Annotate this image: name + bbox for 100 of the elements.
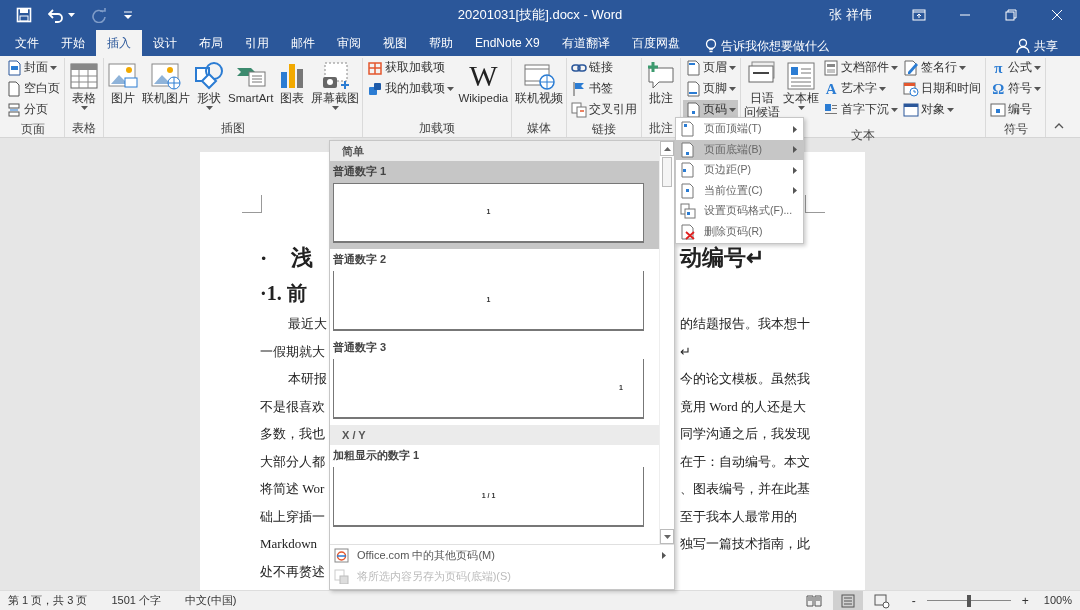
zoom-out-button[interactable]: - bbox=[908, 591, 919, 610]
ribbon-display-icon[interactable] bbox=[912, 8, 926, 22]
caret-icon bbox=[50, 66, 57, 70]
slider-thumb[interactable] bbox=[966, 594, 971, 607]
ribbon-tab[interactable]: 引用 bbox=[234, 30, 280, 56]
ribbon-tab[interactable]: 开始 bbox=[50, 30, 96, 56]
ribbon-tab[interactable]: 百度网盘 bbox=[620, 30, 691, 56]
text-box-icon bbox=[785, 60, 818, 92]
menu-item[interactable]: 删除页码(R) bbox=[676, 221, 803, 242]
section-heading: ·1. 前 bbox=[260, 281, 308, 306]
menu-item[interactable]: 页边距(P) bbox=[676, 160, 803, 181]
scrollbar[interactable] bbox=[659, 141, 674, 544]
ribbon-tab[interactable]: 文件 bbox=[4, 30, 50, 56]
ribbon-button[interactable]: 页脚 bbox=[683, 79, 739, 99]
caret-icon bbox=[68, 13, 75, 17]
ribbon-button[interactable]: 对象 bbox=[901, 100, 984, 120]
ribbon-button[interactable]: 联机视频 bbox=[514, 58, 565, 119]
ribbon-button[interactable]: 日期和时间 bbox=[901, 79, 984, 99]
read-mode-icon bbox=[805, 592, 822, 609]
ribbon-button[interactable]: 页眉 bbox=[683, 58, 739, 78]
header-icon bbox=[685, 60, 702, 76]
menu-item[interactable]: Office.com 中的其他页码(M) bbox=[330, 545, 674, 566]
ribbon-tab[interactable]: 邮件 bbox=[280, 30, 326, 56]
button-label: 编号 bbox=[1008, 102, 1033, 118]
cover-page-icon bbox=[6, 60, 22, 76]
ribbon-button[interactable]: 交叉引用 bbox=[569, 100, 640, 120]
body-text: 竟用 Word 的人还是大 bbox=[680, 397, 808, 416]
button-label: 我的加载项 bbox=[385, 81, 446, 97]
table-icon bbox=[68, 60, 100, 92]
ribbon-tab[interactable]: 设计 bbox=[142, 30, 188, 56]
group-label: 媒体 bbox=[527, 121, 552, 135]
collapse-ribbon-icon[interactable] bbox=[1054, 123, 1064, 129]
customize-icon[interactable] bbox=[123, 10, 133, 20]
print-layout-icon bbox=[839, 592, 856, 609]
ribbon-button[interactable]: 表格 bbox=[67, 58, 101, 119]
ribbon-button[interactable]: A 艺术字 bbox=[821, 79, 901, 99]
menu-item[interactable]: 页面底端(B) bbox=[676, 139, 803, 160]
restore-icon[interactable] bbox=[1004, 8, 1018, 22]
ribbon-button[interactable]: 首字下沉 bbox=[821, 100, 901, 120]
symbol-glyph: Ω bbox=[991, 81, 1006, 97]
submenu-arrow-icon bbox=[662, 552, 666, 559]
share-button[interactable]: 共享 bbox=[1010, 36, 1064, 56]
blocks-icon bbox=[367, 81, 384, 97]
button-label: 形状 bbox=[197, 92, 221, 106]
caret-icon bbox=[80, 105, 88, 110]
ribbon-button[interactable]: 空白页 bbox=[4, 79, 62, 99]
button-label: 页码 bbox=[703, 102, 728, 118]
ribbon-button[interactable]: 编号 bbox=[988, 100, 1044, 120]
body-text: 本研报 bbox=[287, 370, 327, 388]
close-icon[interactable] bbox=[1050, 8, 1064, 22]
person-icon bbox=[1016, 38, 1030, 54]
ribbon-tab[interactable]: EndNote X9 bbox=[464, 30, 551, 56]
view-button[interactable] bbox=[832, 591, 863, 610]
group-label: 符号 bbox=[1003, 122, 1028, 136]
menu-item[interactable]: 当前位置(C) bbox=[676, 180, 803, 201]
caret-icon bbox=[879, 87, 887, 91]
tell-me-search[interactable]: 告诉我你想要做什么 bbox=[698, 36, 835, 56]
symbol-glyph: π bbox=[993, 60, 1004, 76]
ribbon-button[interactable]: 文档部件 bbox=[821, 58, 901, 78]
ribbon-button[interactable]: 图片 bbox=[106, 58, 140, 119]
submenu-arrow-icon bbox=[793, 166, 797, 174]
ribbon-button[interactable]: 链接 bbox=[569, 58, 640, 78]
ribbon-tab[interactable]: 帮助 bbox=[418, 30, 464, 56]
ribbon-button[interactable]: π 公式 bbox=[988, 58, 1044, 78]
ribbon-tab[interactable]: 插入 bbox=[96, 30, 142, 56]
ribbon-tab[interactable]: 布局 bbox=[188, 30, 234, 56]
ribbon-button[interactable]: 获取加载项 bbox=[365, 58, 457, 78]
menu-item[interactable]: 页面顶端(T) bbox=[676, 119, 803, 140]
ribbon-button[interactable]: 批注 bbox=[644, 58, 679, 119]
zoom-in-button[interactable]: + bbox=[1018, 591, 1032, 610]
ribbon-button[interactable]: Ω 符号 bbox=[988, 79, 1044, 99]
ribbon-button[interactable]: W Wikipedia bbox=[457, 58, 510, 119]
ribbon-tab[interactable]: 视图 bbox=[372, 30, 418, 56]
ribbon-button[interactable]: 封面 bbox=[4, 58, 62, 78]
crop-mark bbox=[805, 195, 825, 213]
ribbon-button[interactable]: SmartArt bbox=[227, 58, 275, 119]
gallery-item-label: 普通数字 2 bbox=[333, 252, 388, 267]
ribbon-tab[interactable]: 有道翻译 bbox=[550, 30, 621, 56]
ribbon-button[interactable]: 签名行 bbox=[901, 58, 984, 78]
gallery-item-label: 普通数字 3 bbox=[333, 340, 388, 355]
ribbon-button[interactable]: 分页 bbox=[4, 100, 62, 120]
scroll-down-icon[interactable] bbox=[663, 534, 671, 539]
group-label: 批注 bbox=[649, 121, 674, 135]
undo-icon[interactable] bbox=[48, 7, 64, 23]
ribbon-button[interactable]: 我的加载项 bbox=[365, 79, 457, 99]
button-label: 公式 bbox=[1008, 60, 1033, 76]
ribbon-tab[interactable]: 审阅 bbox=[326, 30, 372, 56]
ribbon-button[interactable]: 书签 bbox=[569, 79, 640, 99]
group-label: 文本 bbox=[851, 127, 876, 142]
scroll-thumb[interactable] bbox=[662, 157, 672, 187]
button-label: 联机图片 bbox=[142, 92, 190, 106]
ribbon-button[interactable]: 联机图片 bbox=[141, 58, 191, 119]
menu-item: 将所选内容另存为页码(底端)(S) bbox=[330, 566, 674, 587]
ribbon-button[interactable]: 屏幕截图 bbox=[310, 58, 361, 119]
ribbon-button[interactable]: 页码 bbox=[683, 100, 739, 120]
save-icon[interactable] bbox=[16, 7, 32, 23]
menu-item[interactable]: 设置页码格式(F)... bbox=[676, 201, 803, 222]
ribbon-button[interactable]: 图表 bbox=[275, 58, 310, 119]
ribbon-button[interactable]: 形状 bbox=[192, 58, 226, 119]
lightbulb-icon bbox=[704, 38, 717, 54]
